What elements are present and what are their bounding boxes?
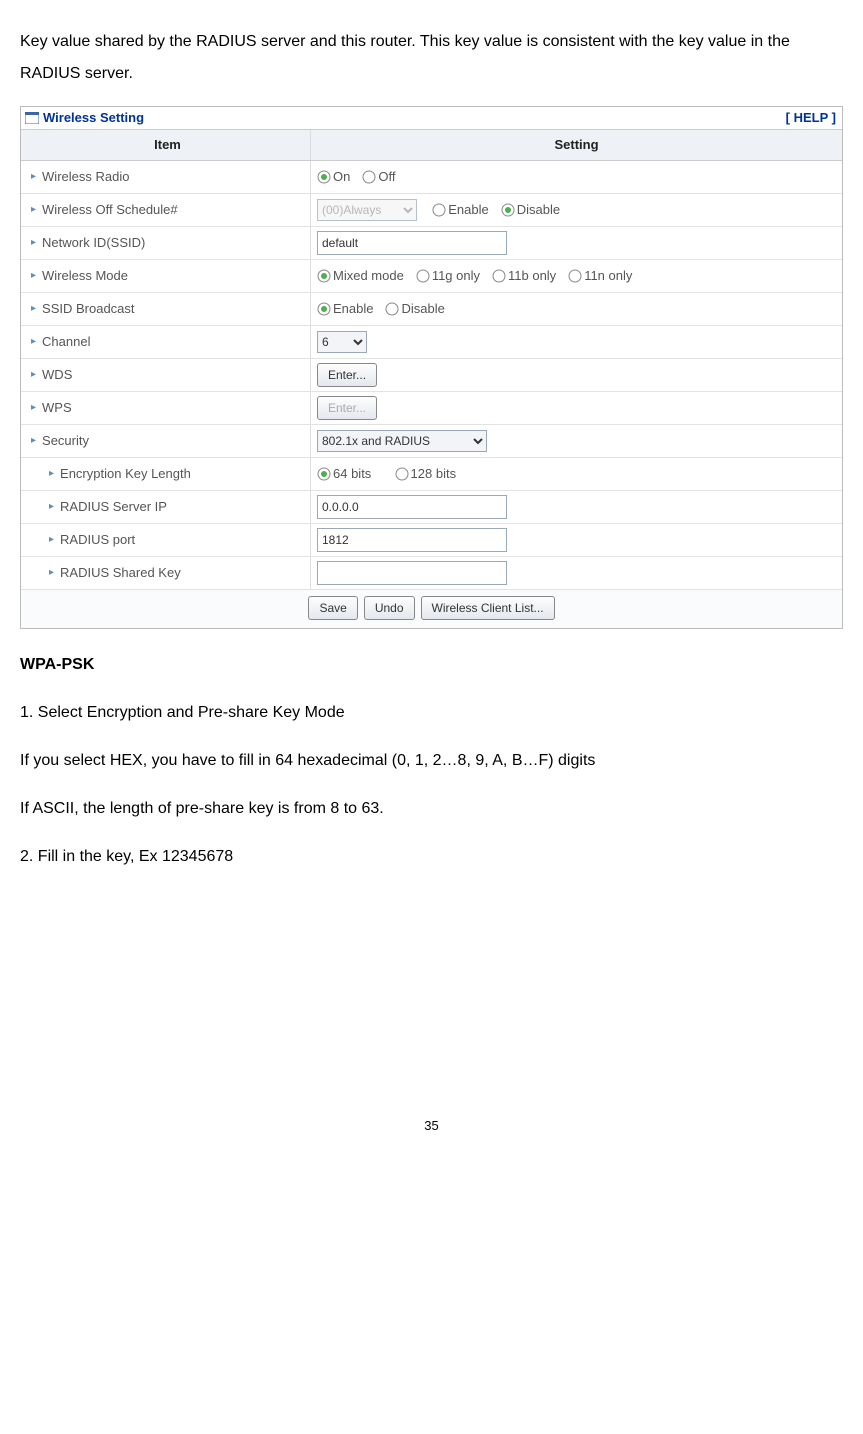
wpa-heading: WPA-PSK (20, 649, 843, 681)
security-select[interactable]: 802.1x and RADIUS (317, 430, 487, 452)
label-broadcast: SSID Broadcast (42, 300, 135, 318)
radio-11n-label: 11n only (584, 267, 632, 285)
row-wps: ▸ WPS Enter... (21, 392, 842, 425)
row-ssid: ▸ Network ID(SSID) (21, 227, 842, 260)
radio-off[interactable]: Off (362, 168, 395, 186)
radius-ip-input[interactable] (317, 495, 507, 519)
radio-on[interactable]: On (317, 168, 350, 186)
bullet-icon: ▸ (49, 566, 54, 580)
undo-button[interactable]: Undo (364, 596, 415, 620)
label-ssid: Network ID(SSID) (42, 234, 145, 252)
radio-enable[interactable]: Enable (432, 201, 488, 219)
row-wireless-radio: ▸ Wireless Radio On Off (21, 161, 842, 194)
label-security: Security (42, 432, 89, 450)
radio-on-label: On (333, 168, 350, 186)
intro-text: Key value shared by the RADIUS server an… (20, 26, 843, 90)
radius-port-input[interactable] (317, 528, 507, 552)
bullet-icon: ▸ (31, 368, 36, 382)
off-schedule-select[interactable]: (00)Always (317, 199, 417, 221)
wireless-setting-panel: Wireless Setting [ HELP ] Item Setting ▸… (20, 106, 843, 629)
row-radius-port: ▸ RADIUS port (21, 524, 842, 557)
label-radius-ip: RADIUS Server IP (60, 498, 167, 516)
bullet-icon: ▸ (31, 170, 36, 184)
header-setting: Setting (311, 130, 842, 160)
label-enc-length: Encryption Key Length (60, 465, 191, 483)
page-number: 35 (20, 1113, 843, 1139)
row-radius-ip: ▸ RADIUS Server IP (21, 491, 842, 524)
label-radius-port: RADIUS port (60, 531, 135, 549)
radio-enable-label: Enable (448, 201, 488, 219)
window-icon (25, 112, 39, 124)
bullet-icon: ▸ (31, 434, 36, 448)
row-enc-length: ▸ Encryption Key Length 64 bits 128 bits (21, 458, 842, 491)
row-mode: ▸ Wireless Mode Mixed mode 11g only 11b o… (21, 260, 842, 293)
bullet-icon: ▸ (31, 203, 36, 217)
bullet-icon: ▸ (49, 500, 54, 514)
save-button[interactable]: Save (308, 596, 357, 620)
ssid-input[interactable] (317, 231, 507, 255)
radio-disable-label: Disable (517, 201, 560, 219)
wps-enter-button[interactable]: Enter... (317, 396, 377, 420)
radius-key-input[interactable] (317, 561, 507, 585)
row-security: ▸ Security 802.1x and RADIUS (21, 425, 842, 458)
header-item: Item (21, 130, 311, 160)
wds-enter-button[interactable]: Enter... (317, 363, 377, 387)
wpa-step2: 2. Fill in the key, Ex 12345678 (20, 841, 843, 873)
bullet-icon: ▸ (31, 302, 36, 316)
radio-11g[interactable]: 11g only (416, 267, 480, 285)
row-radius-key: ▸ RADIUS Shared Key (21, 557, 842, 590)
radio-broadcast-disable[interactable]: Disable (385, 300, 444, 318)
radio-64bits[interactable]: 64 bits (317, 465, 371, 483)
client-list-button[interactable]: Wireless Client List... (421, 596, 555, 620)
radio-bcast-dis-label: Disable (401, 300, 444, 318)
label-off-schedule: Wireless Off Schedule# (42, 201, 178, 219)
label-wireless-radio: Wireless Radio (42, 168, 129, 186)
radio-128-label: 128 bits (411, 465, 457, 483)
label-wps: WPS (42, 399, 72, 417)
label-channel: Channel (42, 333, 90, 351)
bullet-icon: ▸ (31, 335, 36, 349)
radio-11g-label: 11g only (432, 267, 480, 285)
radio-128bits[interactable]: 128 bits (395, 465, 457, 483)
label-wds: WDS (42, 366, 72, 384)
panel-title-text: Wireless Setting (43, 109, 144, 127)
wpa-ascii-note: If ASCII, the length of pre-share key is… (20, 793, 843, 825)
row-off-schedule: ▸ Wireless Off Schedule# (00)Always Enabl… (21, 194, 842, 227)
row-wds: ▸ WDS Enter... (21, 359, 842, 392)
panel-header: Wireless Setting [ HELP ] (21, 107, 842, 130)
radio-mixed[interactable]: Mixed mode (317, 267, 404, 285)
help-link[interactable]: [ HELP ] (786, 109, 836, 127)
wpa-hex-note: If you select HEX, you have to fill in 6… (20, 745, 843, 777)
radio-disable[interactable]: Disable (501, 201, 560, 219)
action-bar: Save Undo Wireless Client List... (21, 590, 842, 628)
radio-mixed-label: Mixed mode (333, 267, 404, 285)
radio-11n[interactable]: 11n only (568, 267, 632, 285)
radio-11b[interactable]: 11b only (492, 267, 556, 285)
bullet-icon: ▸ (49, 467, 54, 481)
radio-11b-label: 11b only (508, 267, 556, 285)
bullet-icon: ▸ (49, 533, 54, 547)
radio-bcast-en-label: Enable (333, 300, 373, 318)
row-channel: ▸ Channel 6 (21, 326, 842, 359)
bullet-icon: ▸ (31, 401, 36, 415)
channel-select[interactable]: 6 (317, 331, 367, 353)
row-broadcast: ▸ SSID Broadcast Enable Disable (21, 293, 842, 326)
bullet-icon: ▸ (31, 269, 36, 283)
radio-broadcast-enable[interactable]: Enable (317, 300, 373, 318)
table-header: Item Setting (21, 130, 842, 161)
radio-64-label: 64 bits (333, 465, 371, 483)
wpa-step1: 1. Select Encryption and Pre-share Key M… (20, 697, 843, 729)
panel-title: Wireless Setting (25, 109, 144, 127)
bullet-icon: ▸ (31, 236, 36, 250)
radio-off-label: Off (378, 168, 395, 186)
label-mode: Wireless Mode (42, 267, 128, 285)
label-radius-key: RADIUS Shared Key (60, 564, 181, 582)
